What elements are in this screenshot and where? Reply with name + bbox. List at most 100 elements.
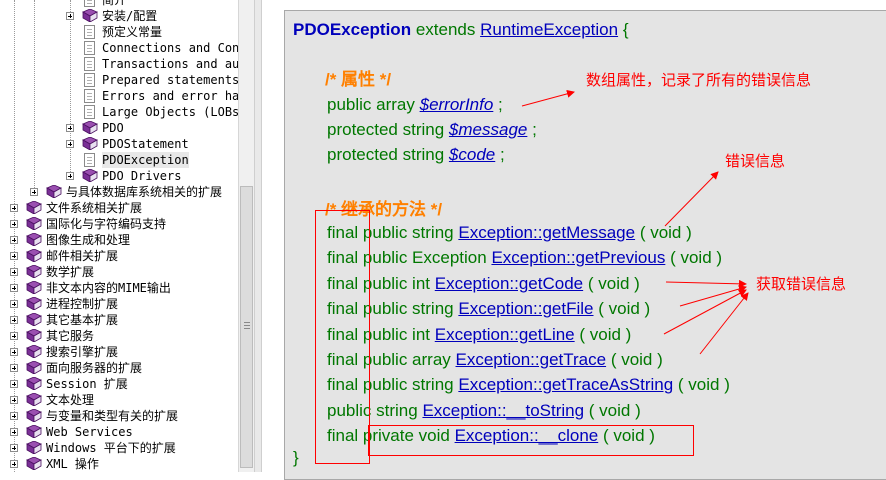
expand-toggle-icon[interactable] [66, 12, 74, 20]
tree-item-label[interactable]: 其它基本扩展 [46, 312, 118, 328]
tree-item[interactable]: PDO [0, 120, 238, 136]
method-link[interactable]: Exception::getLine [435, 325, 575, 344]
expand-toggle-icon[interactable] [10, 236, 18, 244]
tree-item-label[interactable]: 文件系统相关扩展 [46, 200, 142, 216]
tree-item-label[interactable]: Large Objects (LOBs [102, 104, 238, 120]
expand-toggle-icon[interactable] [10, 428, 18, 436]
expand-toggle-icon[interactable] [10, 348, 18, 356]
expand-toggle-icon[interactable] [10, 316, 18, 324]
tree-item-label[interactable]: PDOStatement [102, 136, 189, 152]
tree-scrollbar[interactable] [238, 0, 254, 472]
method-link[interactable]: Exception::getPrevious [491, 248, 665, 267]
tree-item[interactable]: Session 扩展 [0, 376, 238, 392]
tree-item[interactable]: Prepared statements [0, 72, 238, 88]
tree-item-label[interactable]: Prepared statements [102, 72, 238, 88]
tree-item[interactable]: Large Objects (LOBs [0, 104, 238, 120]
tree-item-label[interactable]: 面向服务器的扩展 [46, 360, 142, 376]
expand-toggle-icon[interactable] [10, 284, 18, 292]
tree-item-label[interactable]: XML 操作 [46, 456, 99, 472]
tree-item[interactable]: Web Services [0, 424, 238, 440]
tree-item-label[interactable]: Connections and Con [102, 40, 238, 56]
tree-item[interactable]: PDO Drivers [0, 168, 238, 184]
expand-toggle-icon[interactable] [10, 300, 18, 308]
tree-item[interactable]: Transactions and au [0, 56, 238, 72]
method-link[interactable]: Exception::getMessage [458, 223, 635, 242]
property-link[interactable]: $code [449, 145, 495, 164]
tree-item-label[interactable]: 图像生成和处理 [46, 232, 130, 248]
tree-item[interactable]: 预定义常量 [0, 24, 238, 40]
tree-item-label[interactable]: Errors and error ha [102, 88, 238, 104]
parent-class-link[interactable]: RuntimeException [480, 20, 618, 39]
tree-item-label[interactable]: Session 扩展 [46, 376, 128, 392]
tree-item-label[interactable]: 数学扩展 [46, 264, 94, 280]
tree-item[interactable]: 文件系统相关扩展 [0, 200, 238, 216]
tree-item[interactable]: 文本处理 [0, 392, 238, 408]
tree-item[interactable]: 进程控制扩展 [0, 296, 238, 312]
tree-item-label[interactable]: 邮件相关扩展 [46, 248, 118, 264]
book-icon [46, 185, 62, 198]
tree-item-label[interactable]: 与具体数据库系统相关的扩展 [66, 184, 222, 200]
expand-toggle-icon[interactable] [10, 364, 18, 372]
tree-item[interactable]: 安装/配置 [0, 8, 238, 24]
tree-item[interactable]: XML 操作 [0, 456, 238, 472]
property-line: public array $errorInfo ; [327, 94, 503, 116]
tree-item[interactable]: 与变量和类型有关的扩展 [0, 408, 238, 424]
tree-item[interactable]: 与具体数据库系统相关的扩展 [0, 184, 238, 200]
expand-toggle-icon[interactable] [10, 204, 18, 212]
expand-toggle-icon[interactable] [10, 268, 18, 276]
tree-item[interactable]: 图像生成和处理 [0, 232, 238, 248]
expand-toggle-icon[interactable] [10, 396, 18, 404]
expand-toggle-icon[interactable] [10, 380, 18, 388]
tree-item[interactable]: 搜索引擎扩展 [0, 344, 238, 360]
tree-item[interactable]: PDOStatement [0, 136, 238, 152]
tree-item[interactable]: 非文本内容的MIME输出 [0, 280, 238, 296]
expand-toggle-icon[interactable] [10, 460, 18, 468]
scrollbar-thumb[interactable] [240, 186, 253, 468]
tree-item[interactable]: 其它服务 [0, 328, 238, 344]
tree-item[interactable]: Connections and Con [0, 40, 238, 56]
tree-item[interactable]: 国际化与字符编码支持 [0, 216, 238, 232]
pane-splitter[interactable] [254, 0, 262, 472]
tree-item[interactable]: 简介 [0, 0, 238, 8]
tree-item-label[interactable]: 简介 [102, 0, 126, 8]
tree-item-label[interactable]: 与变量和类型有关的扩展 [46, 408, 178, 424]
tree-item-label[interactable]: 安装/配置 [102, 8, 157, 24]
tree-item-label[interactable]: 文本处理 [46, 392, 94, 408]
tree-item[interactable]: 数学扩展 [0, 264, 238, 280]
method-link[interactable]: Exception::getCode [435, 274, 583, 293]
expand-toggle-icon[interactable] [10, 412, 18, 420]
expand-toggle-icon[interactable] [66, 172, 74, 180]
tree-item[interactable]: Windows 平台下的扩展 [0, 440, 238, 456]
tree-item[interactable]: 其它基本扩展 [0, 312, 238, 328]
property-link[interactable]: $message [449, 120, 527, 139]
expand-toggle-icon[interactable] [30, 188, 38, 196]
tree-item-label[interactable]: Transactions and au [102, 56, 238, 72]
tree-item-label[interactable]: 国际化与字符编码支持 [46, 216, 166, 232]
tree-item-label[interactable]: 进程控制扩展 [46, 296, 118, 312]
expand-toggle-icon[interactable] [66, 140, 74, 148]
tree-item[interactable]: 邮件相关扩展 [0, 248, 238, 264]
method-link[interactable]: Exception::getTraceAsString [458, 375, 673, 394]
page-icon [84, 105, 95, 119]
method-link[interactable]: Exception::getTrace [456, 350, 607, 369]
tree-item-label[interactable]: PDOException [102, 152, 189, 168]
expand-toggle-icon[interactable] [10, 332, 18, 340]
method-link[interactable]: Exception::__toString [422, 401, 584, 420]
tree-item[interactable]: PDOException [0, 152, 238, 168]
expand-toggle-icon[interactable] [66, 124, 74, 132]
tree-item-label[interactable]: Windows 平台下的扩展 [46, 440, 176, 456]
tree-item-label[interactable]: PDO Drivers [102, 168, 181, 184]
property-link[interactable]: $errorInfo [420, 95, 494, 114]
tree-item[interactable]: 面向服务器的扩展 [0, 360, 238, 376]
tree-item-label[interactable]: Web Services [46, 424, 133, 440]
tree-item-label[interactable]: 非文本内容的MIME输出 [46, 280, 171, 296]
method-link[interactable]: Exception::getFile [458, 299, 593, 318]
tree-item-label[interactable]: 其它服务 [46, 328, 94, 344]
tree-item-label[interactable]: 搜索引擎扩展 [46, 344, 118, 360]
expand-toggle-icon[interactable] [10, 252, 18, 260]
expand-toggle-icon[interactable] [10, 444, 18, 452]
tree-item-label[interactable]: PDO [102, 120, 124, 136]
tree-item[interactable]: Errors and error ha [0, 88, 238, 104]
tree-item-label[interactable]: 预定义常量 [102, 24, 162, 40]
expand-toggle-icon[interactable] [10, 220, 18, 228]
